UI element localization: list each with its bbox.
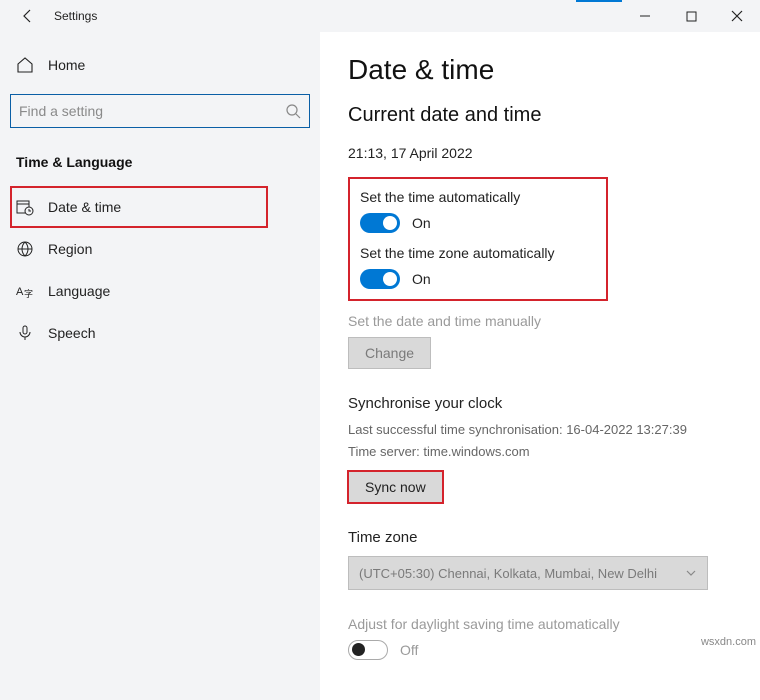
- sidebar-item-label: Region: [48, 241, 92, 257]
- timezone-dropdown: (UTC+05:30) Chennai, Kolkata, Mumbai, Ne…: [348, 556, 708, 590]
- dst-state: Off: [400, 642, 418, 658]
- window-title: Settings: [54, 9, 97, 23]
- sidebar-item-label: Date & time: [48, 199, 121, 215]
- highlight-group-auto: Set the time automatically On Set the ti…: [348, 177, 608, 301]
- globe-icon: [16, 240, 34, 258]
- back-button[interactable]: [16, 4, 40, 28]
- home-link[interactable]: Home: [10, 50, 310, 80]
- timezone-heading: Time zone: [348, 529, 732, 546]
- language-icon: A字: [16, 282, 34, 300]
- search-box[interactable]: [10, 94, 310, 128]
- main-content: Date & time Current date and time 21:13,…: [320, 32, 760, 700]
- auto-time-toggle[interactable]: [360, 213, 400, 233]
- auto-time-state: On: [412, 215, 431, 231]
- search-input[interactable]: [19, 103, 285, 119]
- dst-label: Adjust for daylight saving time automati…: [348, 616, 732, 632]
- sidebar-item-label: Speech: [48, 325, 95, 341]
- search-icon: [285, 103, 301, 119]
- svg-text:A: A: [16, 286, 24, 298]
- minimize-button[interactable]: [622, 0, 668, 32]
- titlebar: Settings: [0, 0, 760, 32]
- sync-now-button[interactable]: Sync now: [348, 471, 443, 503]
- sidebar: Home Time & Language Date & time Region …: [0, 32, 320, 700]
- sidebar-item-date-time[interactable]: Date & time: [10, 186, 268, 228]
- auto-tz-toggle[interactable]: [360, 269, 400, 289]
- svg-text:字: 字: [24, 288, 33, 299]
- sync-last-info: Last successful time synchronisation: 16…: [348, 420, 732, 440]
- sidebar-item-label: Language: [48, 283, 110, 299]
- home-icon: [16, 56, 34, 74]
- calendar-clock-icon: [16, 198, 34, 216]
- change-button: Change: [348, 337, 431, 369]
- auto-tz-state: On: [412, 271, 431, 287]
- sidebar-item-speech[interactable]: Speech: [10, 312, 310, 354]
- home-label: Home: [48, 57, 85, 73]
- microphone-icon: [16, 324, 34, 342]
- sync-server-info: Time server: time.windows.com: [348, 442, 732, 462]
- maximize-button[interactable]: [668, 0, 714, 32]
- watermark: wsxdn.com: [701, 636, 756, 648]
- sync-heading: Synchronise your clock: [348, 395, 732, 412]
- timezone-value: (UTC+05:30) Chennai, Kolkata, Mumbai, Ne…: [359, 566, 657, 581]
- chevron-down-icon: [685, 567, 697, 579]
- sidebar-item-region[interactable]: Region: [10, 228, 310, 270]
- category-header: Time & Language: [10, 150, 310, 186]
- sidebar-item-language[interactable]: A字 Language: [10, 270, 310, 312]
- manual-datetime-label: Set the date and time manually: [348, 313, 732, 329]
- current-datetime-value: 21:13, 17 April 2022: [348, 145, 732, 161]
- auto-tz-label: Set the time zone automatically: [360, 245, 596, 261]
- section-current-datetime: Current date and time: [348, 104, 732, 127]
- auto-time-label: Set the time automatically: [360, 189, 596, 205]
- page-title: Date & time: [348, 54, 732, 86]
- accent-strip: [576, 0, 622, 2]
- close-button[interactable]: [714, 0, 760, 32]
- dst-toggle: [348, 640, 388, 660]
